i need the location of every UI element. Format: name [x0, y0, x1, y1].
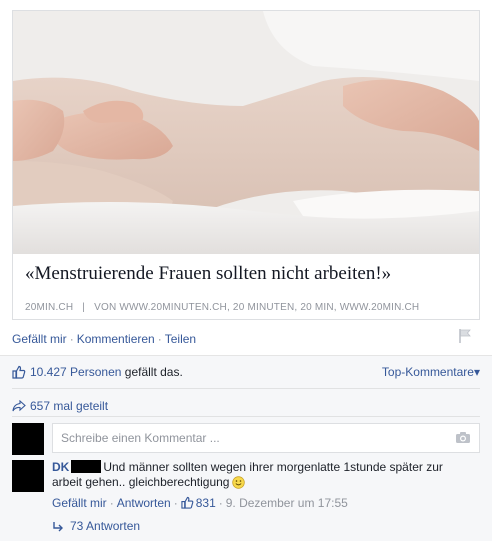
thumbs-up-icon — [12, 365, 26, 379]
flag-icon[interactable] — [458, 328, 472, 344]
likes-summary: 10.427 Personen gefällt das. — [12, 365, 183, 379]
meta-separator: · — [109, 496, 114, 510]
source-site: 20MIN.CH — [25, 302, 74, 313]
post-actions: Gefällt mir · Kommentieren · Teilen — [12, 332, 196, 346]
article-image[interactable] — [13, 11, 479, 254]
avatar[interactable] — [12, 460, 44, 492]
divider — [12, 388, 480, 389]
replies-count: 73 Antworten — [70, 519, 141, 533]
chevron-down-icon: ▾ — [473, 365, 480, 379]
likes-people-link[interactable]: Personen — [70, 365, 121, 379]
facebook-post: «Menstruierende Frauen sollten nicht arb… — [0, 0, 492, 541]
article-source: 20MIN.CH | VON WWW.20MINUTEN.CH, 20 MINUTE… — [25, 302, 465, 313]
link-preview-card[interactable]: «Menstruierende Frauen sollten nicht arb… — [12, 10, 480, 320]
action-separator: · — [69, 332, 74, 346]
reply-arrow-icon — [53, 522, 63, 532]
view-replies-link[interactable]: 73 Antworten — [52, 519, 140, 533]
top-comments-dropdown[interactable]: Top-Kommentare▾ — [382, 365, 480, 379]
comment-text: Und männer sollten wegen ihrer morgenlat… — [52, 460, 443, 489]
comment-like-count[interactable]: 831 — [196, 496, 216, 510]
meta-separator: · — [218, 496, 223, 510]
meta-separator: · — [173, 496, 178, 510]
likes-suffix: gefällt das. — [124, 365, 183, 379]
comment-input[interactable] — [53, 424, 459, 452]
shares-count: 657 mal geteilt — [30, 399, 109, 413]
likes-count[interactable]: 10.427 — [30, 365, 67, 379]
source-separator: | — [82, 302, 86, 313]
camera-icon[interactable] — [455, 431, 471, 444]
thumbs-up-icon — [181, 496, 194, 509]
comment-author[interactable]: DK — [52, 460, 69, 474]
avatar[interactable] — [12, 423, 44, 455]
comment-timestamp[interactable]: 9. Dezember um 17:55 — [226, 496, 348, 510]
top-comments-label: Top-Kommentare — [381, 365, 474, 379]
article-headline[interactable]: «Menstruierende Frauen sollten nicht arb… — [25, 263, 465, 285]
comment-meta: Gefällt mir · Antworten · 831 · 9. Dezember u… — [52, 496, 348, 510]
comment-like-link[interactable]: Gefällt mir — [52, 496, 107, 510]
shares-summary[interactable]: 657 mal geteilt — [12, 399, 108, 413]
comment-body: DK Und männer sollten wegen ihrer morgenl… — [52, 460, 472, 490]
feedback-section: 10.427 Personen gefällt das. Top-Komment… — [0, 355, 492, 541]
woman-lying-in-bed-image — [13, 11, 479, 254]
smiley-icon — [232, 476, 246, 489]
share-link[interactable]: Teilen — [165, 332, 196, 346]
comment-reply-link[interactable]: Antworten — [117, 496, 171, 510]
comment-link[interactable]: Kommentieren — [77, 332, 155, 346]
action-separator: · — [157, 332, 162, 346]
source-byline: VON WWW.20MINUTEN.CH, 20 MINUTEN, 20 MIN… — [94, 302, 420, 313]
like-link[interactable]: Gefällt mir — [12, 332, 67, 346]
divider — [12, 416, 480, 417]
share-arrow-icon — [12, 400, 26, 412]
comment-composer[interactable] — [52, 423, 480, 453]
redacted-name — [71, 460, 102, 473]
